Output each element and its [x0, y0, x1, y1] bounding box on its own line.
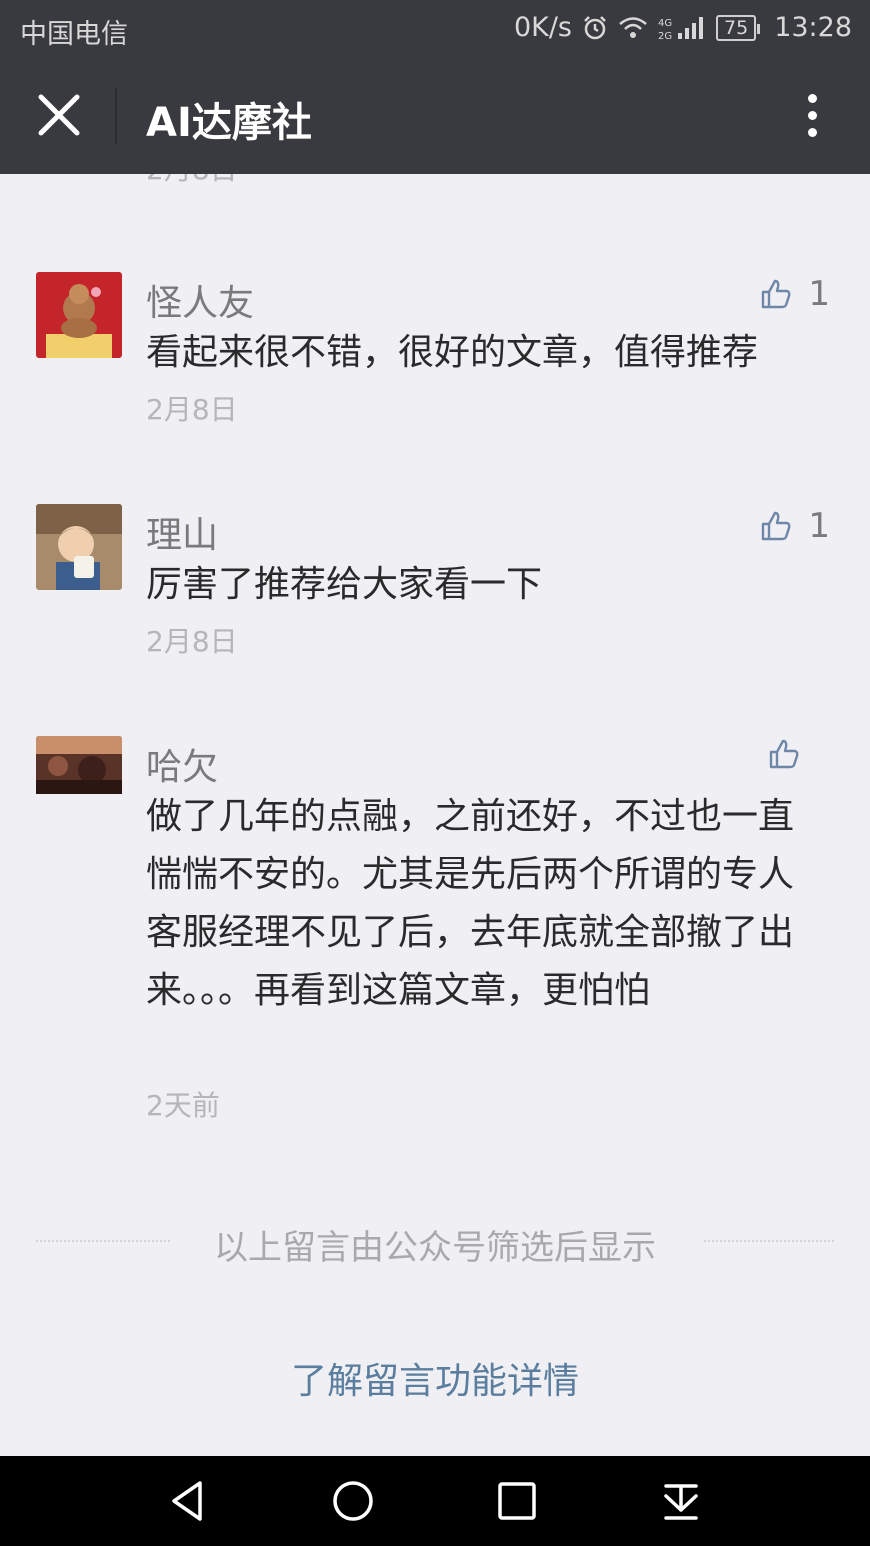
status-icons: 0K/s 4G 2G 75 13:28	[514, 12, 852, 43]
comment-item: 怪人友 1 看起来很不错，很好的文章，值得推荐 2月8日	[0, 272, 870, 442]
home-button[interactable]	[328, 1476, 378, 1526]
thumbs-up-icon	[769, 739, 799, 769]
like-button[interactable]: 1	[760, 506, 830, 546]
avatar[interactable]	[36, 272, 122, 358]
filter-note-label: 以上留言由公众号筛选后显示	[214, 1228, 656, 1268]
nav-bar: AI达摩社	[0, 58, 870, 174]
comment-nickname: 理山	[146, 515, 219, 556]
avatar[interactable]	[36, 736, 122, 822]
carrier-label: 中国电信	[20, 19, 128, 50]
comment-nickname: 怪人友	[146, 283, 255, 324]
wifi-icon	[619, 16, 647, 38]
nav-divider	[115, 88, 117, 144]
system-nav-bar	[0, 1456, 870, 1546]
comment-item: 哈欠 做了几年的点融，之前还好，不过也一直惴惴不安的。尤其是先后两个所谓的专人客…	[0, 736, 870, 1126]
comment-text: 看起来很不错，很好的文章，值得推荐	[146, 332, 759, 373]
square-icon	[498, 1482, 536, 1520]
comment-date: 2月8日	[146, 174, 238, 188]
svg-text:2G: 2G	[658, 31, 672, 41]
like-button[interactable]: 1	[760, 274, 830, 314]
battery-indicator: 75	[716, 14, 761, 41]
comment-date: 2天前	[146, 1089, 220, 1122]
home-circle-icon	[333, 1481, 373, 1521]
like-count: 1	[808, 274, 830, 314]
like-count: 1	[808, 506, 830, 546]
status-bar: 中国电信 0K/s 4G 2G 75 13:28	[0, 0, 870, 58]
recent-apps-button[interactable]	[492, 1476, 542, 1526]
like-button[interactable]	[768, 738, 816, 770]
clock: 13:28	[774, 12, 852, 43]
alarm-icon	[584, 15, 606, 39]
pulldown-icon	[664, 1484, 698, 1520]
network-speed: 0K/s	[513, 12, 572, 43]
comment-date: 2月8日	[146, 393, 238, 426]
notification-pulldown-button[interactable]	[656, 1476, 706, 1526]
close-button[interactable]	[30, 86, 88, 144]
learn-more-link[interactable]: 了解留言功能详情	[0, 1352, 870, 1404]
comment-date: 2月8日	[146, 625, 238, 658]
back-triangle-icon	[172, 1481, 202, 1521]
svg-text:4G: 4G	[658, 18, 672, 29]
comments-section[interactable]: 2月8日 怪人友 1 看起来很不错，很好的文章，值得推荐 2月8日	[0, 174, 870, 1456]
avatar[interactable]	[36, 504, 122, 590]
thumbs-up-icon	[762, 279, 791, 309]
more-button[interactable]	[802, 90, 822, 146]
close-icon	[38, 94, 80, 136]
thumbs-up-icon	[762, 511, 791, 541]
comment-item: 理山 1 厉害了推荐给大家看一下 2月8日	[0, 504, 870, 674]
comment-text: 厉害了推荐给大家看一下	[146, 564, 543, 605]
back-button[interactable]	[164, 1476, 214, 1526]
page-title: AI达摩社	[146, 100, 312, 146]
comment-nickname: 哈欠	[146, 747, 219, 788]
signal-icon: 4G 2G	[658, 16, 703, 41]
filter-note: 以上留言由公众号筛选后显示	[36, 1210, 834, 1270]
more-vertical-icon	[802, 94, 822, 137]
comment-text: 做了几年的点融，之前还好，不过也一直惴惴不安的。尤其是先后两个所谓的专人客服经理…	[146, 796, 795, 1011]
divider-right	[704, 1240, 834, 1242]
